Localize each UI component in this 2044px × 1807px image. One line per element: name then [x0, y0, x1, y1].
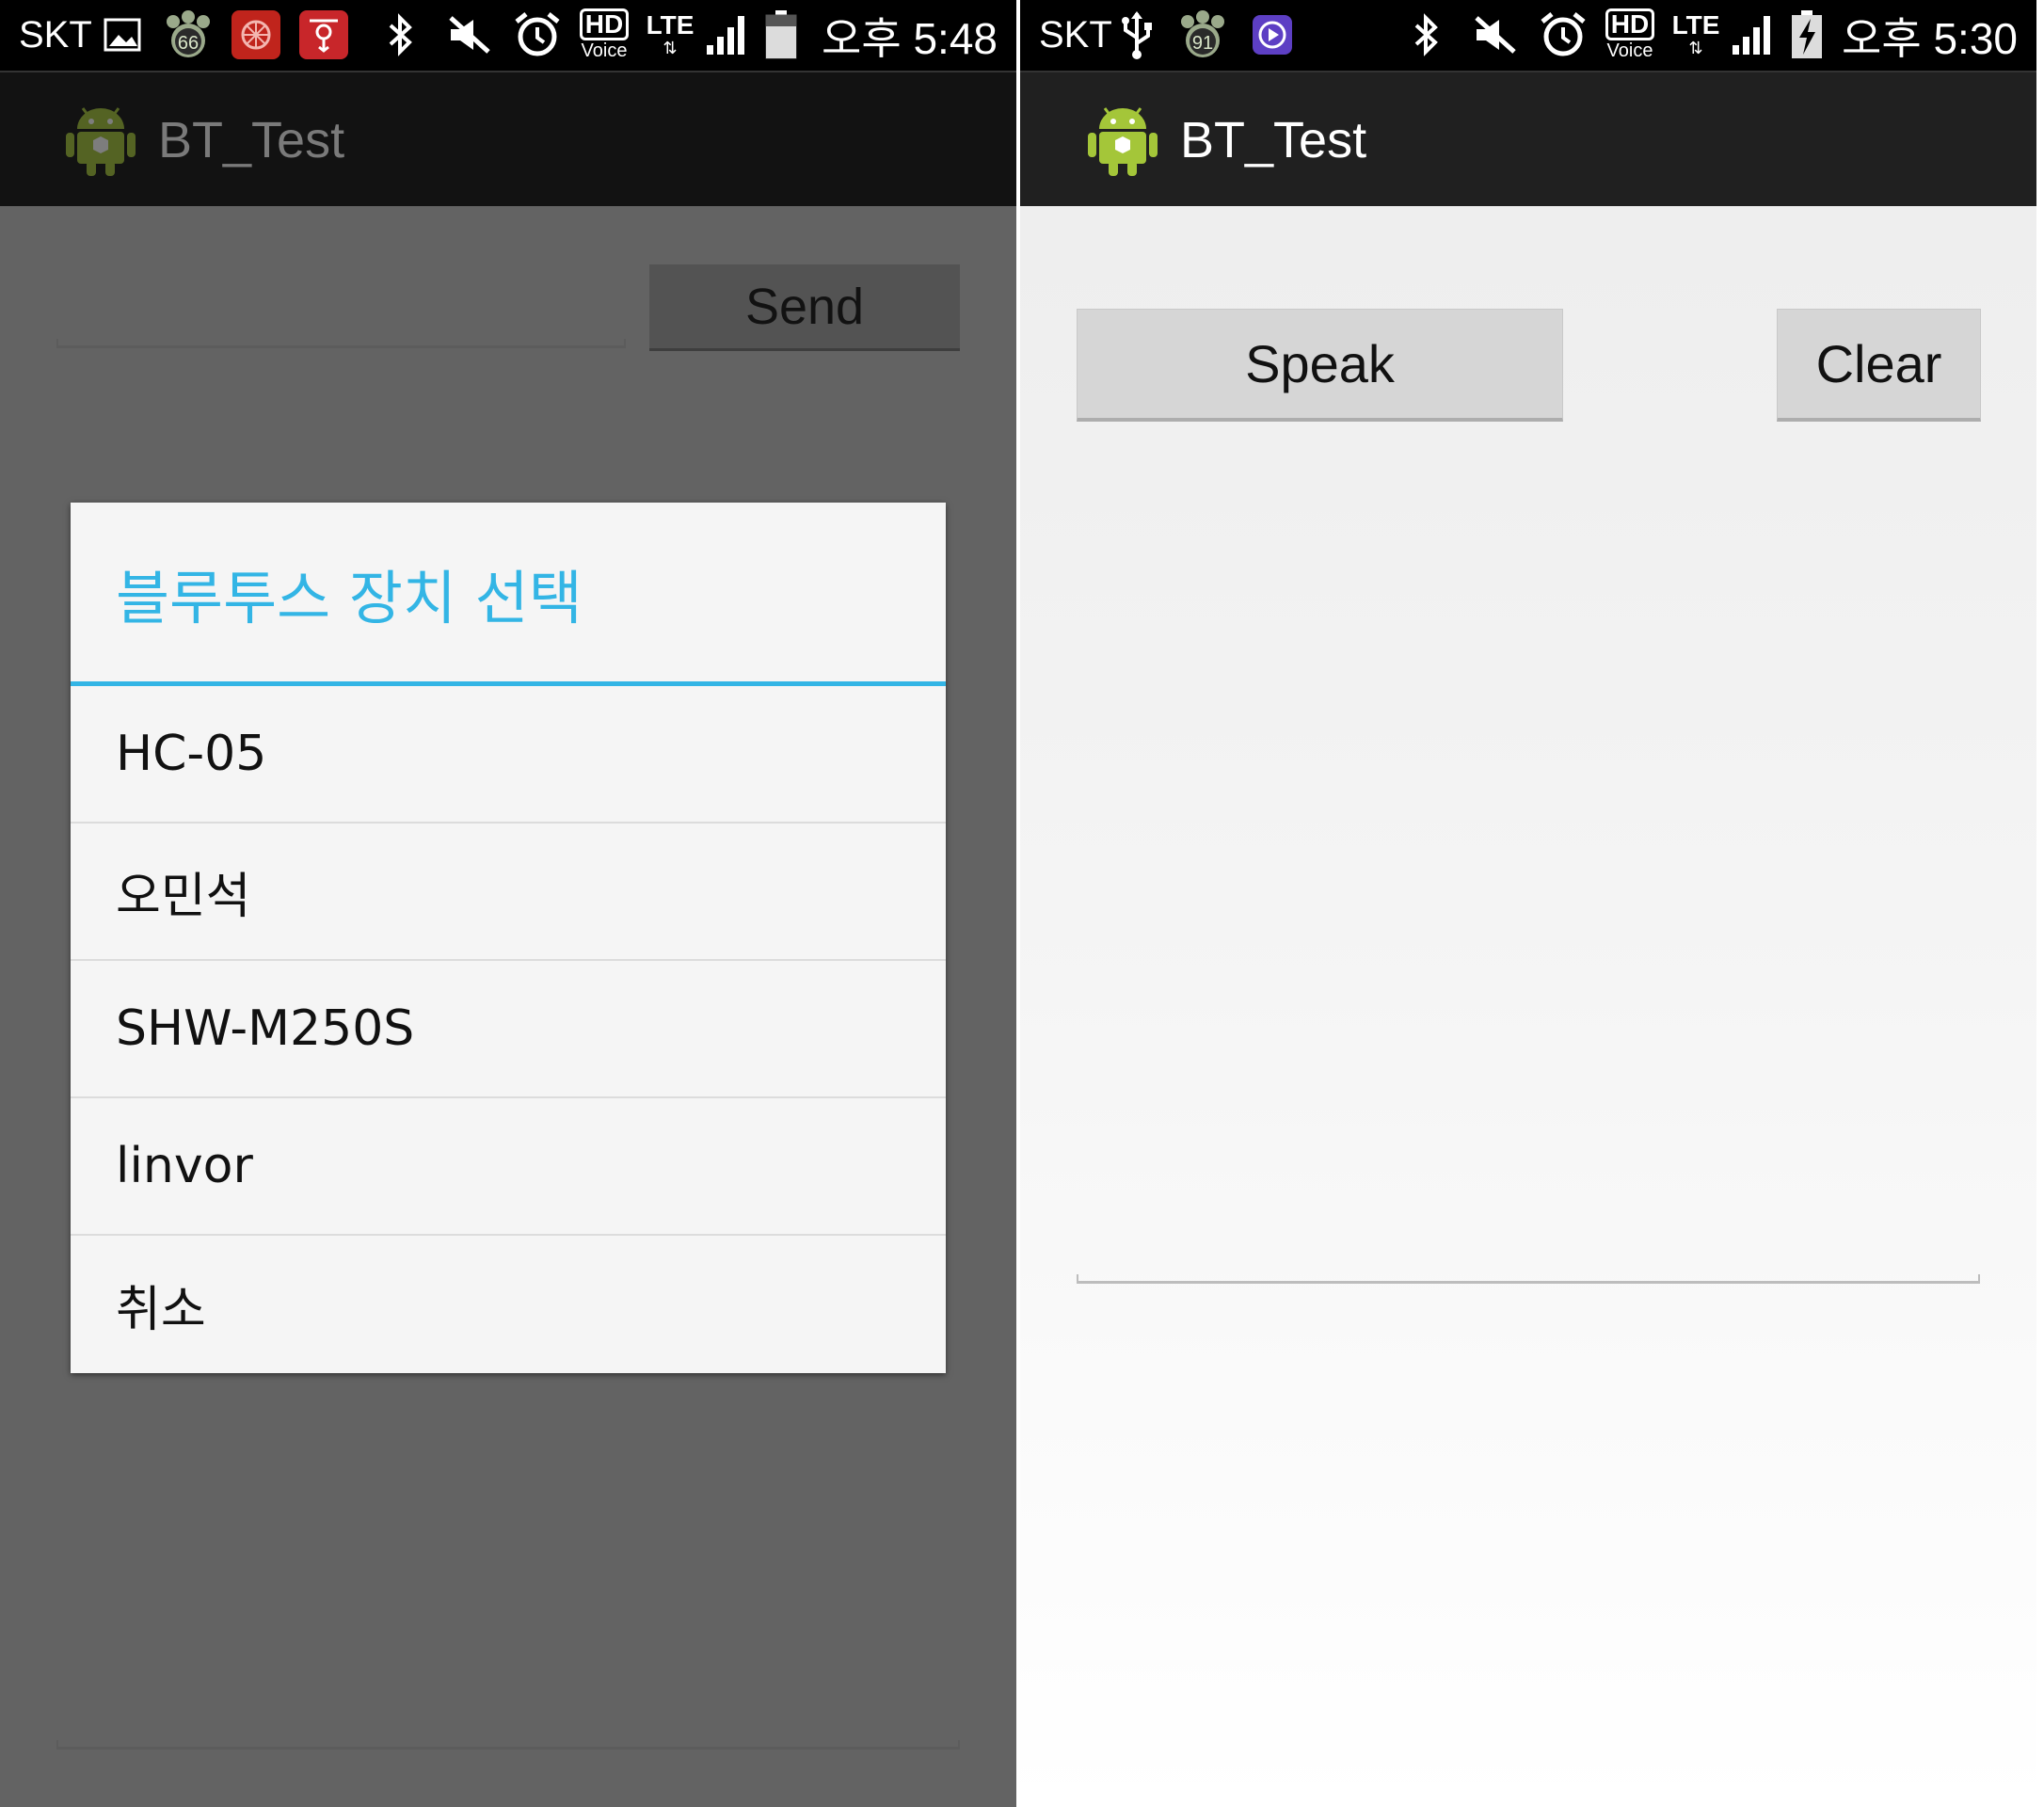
device-item-shw-m250s[interactable]: SHW-M250S	[71, 961, 946, 1098]
battery-charging-icon	[1790, 8, 1824, 62]
bluetooth-icon	[380, 8, 422, 62]
badge-count: 66	[178, 33, 199, 54]
hd-voice-icon: HD Voice	[1604, 8, 1656, 62]
action-bar: BT_Test	[1020, 71, 2036, 206]
device-item-hc-05[interactable]: HC-05	[71, 686, 946, 824]
lte-label: LTE	[646, 10, 695, 40]
device-list: HC-05 오민석 SHW-M250S linvor 취소	[71, 686, 946, 1373]
mute-icon	[446, 8, 493, 62]
voice-label: Voice	[1606, 40, 1653, 61]
action-bar: BT_Test	[0, 71, 1016, 206]
device-item-linvor[interactable]: linvor	[71, 1098, 946, 1236]
battery-icon	[764, 8, 798, 62]
left-phone-screen: SKT 66 HD Voice LTE ⇅ 오후 5:48 BT_Test Se…	[0, 0, 1016, 1807]
signal-icon	[704, 8, 753, 62]
app-title: BT_Test	[158, 112, 345, 168]
message-input[interactable]	[56, 339, 626, 348]
hd-voice-icon: HD Voice	[578, 8, 631, 62]
lte-icon: LTE ⇅	[644, 8, 696, 62]
send-button[interactable]: Send	[649, 264, 960, 351]
android-app-icon	[1088, 99, 1158, 178]
usb-icon	[1118, 8, 1156, 62]
badge-count: 91	[1192, 33, 1213, 54]
status-clock: 오후 5:48	[822, 13, 998, 63]
screenshot-right-margin	[2036, 0, 2044, 1807]
dialog-title: 블루투스 장치 선택	[116, 564, 583, 632]
device-item-ominseok[interactable]: 오민석	[71, 824, 946, 961]
data-arrows-icon: ⇅	[1688, 39, 1703, 58]
red-bag-icon	[297, 8, 350, 62]
dialog-cancel-item[interactable]: 취소	[71, 1236, 946, 1373]
status-bar: SKT 91 HD Voice LTE ⇅ 오후 5:30	[1020, 0, 2036, 71]
status-clock: 오후 5:30	[1842, 13, 2018, 63]
lte-icon: LTE ⇅	[1669, 8, 1722, 62]
clear-button[interactable]: Clear	[1777, 309, 1981, 422]
data-arrows-icon: ⇅	[663, 39, 678, 58]
paw-badge-91-icon: 91	[1176, 8, 1229, 62]
status-bar: SKT 66 HD Voice LTE ⇅ 오후 5:48	[0, 0, 1016, 71]
speak-button[interactable]: Speak	[1077, 309, 1563, 422]
mute-icon	[1472, 8, 1519, 62]
purple-play-icon	[1250, 8, 1295, 62]
hd-label: HD	[1605, 8, 1655, 40]
alarm-icon	[512, 8, 563, 62]
voice-label: Voice	[581, 40, 628, 61]
app-title: BT_Test	[1180, 112, 1367, 168]
alarm-icon	[1538, 8, 1589, 62]
carrier-label: SKT	[19, 14, 92, 56]
bluetooth-icon	[1406, 8, 1447, 62]
android-app-icon	[66, 99, 136, 178]
right-phone-screen: SKT 91 HD Voice LTE ⇅ 오후 5:30 BT_Test Sp…	[1020, 0, 2036, 1807]
red-app-icon	[230, 8, 282, 62]
carrier-label: SKT	[1039, 14, 1112, 56]
signal-icon	[1730, 8, 1779, 62]
bluetooth-device-dialog: 블루투스 장치 선택 HC-05 오민석 SHW-M250S linvor 취소	[71, 503, 946, 1373]
hd-label: HD	[579, 8, 630, 40]
speech-result-field[interactable]	[1077, 1274, 1980, 1284]
paw-badge-66-icon: 66	[162, 8, 215, 62]
output-text-field[interactable]	[56, 1740, 960, 1750]
lte-label: LTE	[1671, 10, 1720, 40]
gallery-icon	[102, 8, 143, 62]
